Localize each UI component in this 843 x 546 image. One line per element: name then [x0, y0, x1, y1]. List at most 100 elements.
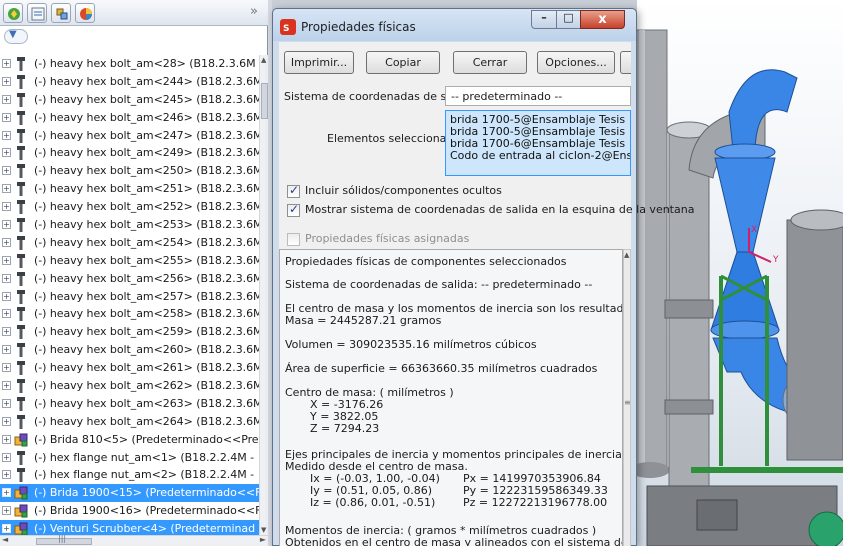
- tree-item-label: (-) hex flange nut_am<2> (B18.2.2.4M -: [34, 468, 255, 482]
- scroll-up-icon[interactable]: ▲: [261, 56, 266, 64]
- expand-toggle-icon[interactable]: +: [2, 130, 11, 140]
- tree-item[interactable]: + (-) heavy hex bolt_am<247> (B18.2.3.6M: [0, 127, 259, 145]
- expand-toggle-icon[interactable]: +: [2, 381, 11, 391]
- scroll-up-icon[interactable]: ▲: [624, 251, 629, 259]
- tree-item[interactable]: + (-) heavy hex bolt_am<245> (B18.2.3.6M: [0, 91, 259, 109]
- tree-item[interactable]: + (-) Venturi Scrubber<4> (Predeterminad: [0, 520, 259, 535]
- results-scrollbar[interactable]: ▲ ≡: [623, 249, 631, 546]
- tree-item[interactable]: + (-) heavy hex bolt_am<28> (B18.2.3.6M -: [0, 55, 259, 73]
- maximize-button[interactable]: □: [556, 10, 581, 29]
- expand-toggle-icon[interactable]: +: [2, 273, 11, 283]
- tree-item[interactable]: + (-) heavy hex bolt_am<250> (B18.2.3.6M: [0, 162, 259, 180]
- options-button[interactable]: Opciones...: [537, 51, 615, 74]
- expand-toggle-icon[interactable]: +: [2, 59, 11, 68]
- tree-vertical-scrollbar[interactable]: ▲ ▼: [259, 55, 268, 535]
- expand-toggle-icon[interactable]: +: [2, 398, 11, 408]
- tree-item[interactable]: + (-) heavy hex bolt_am<254> (B18.2.3.6M: [0, 234, 259, 252]
- tree-item[interactable]: + (-) heavy hex bolt_am<258> (B18.2.3.6M: [0, 305, 259, 323]
- expand-toggle-icon[interactable]: +: [2, 506, 11, 516]
- expand-toggle-icon[interactable]: +: [2, 76, 11, 86]
- tree-item[interactable]: + (-) hex flange nut_am<2> (B18.2.2.4M -: [0, 466, 259, 484]
- expand-toggle-icon[interactable]: +: [2, 237, 11, 247]
- dialog-titlebar[interactable]: S Propiedades físicas – □ x: [273, 9, 636, 41]
- expand-toggle-icon[interactable]: +: [2, 416, 11, 426]
- bolt-icon: [13, 128, 29, 144]
- assembly-model-view: X Y: [637, 29, 843, 546]
- scroll-right-icon[interactable]: ►: [260, 535, 266, 544]
- feature-manager-tab[interactable]: [3, 3, 23, 23]
- expand-toggle-icon[interactable]: +: [2, 488, 11, 498]
- expand-toggle-icon[interactable]: +: [2, 166, 11, 176]
- tree-item[interactable]: + (-) heavy hex bolt_am<261> (B18.2.3.6M: [0, 359, 259, 377]
- tree-item[interactable]: + (-) heavy hex bolt_am<256> (B18.2.3.6M: [0, 270, 259, 288]
- expand-toggle-icon[interactable]: +: [2, 309, 11, 319]
- expand-toggle-icon[interactable]: +: [2, 148, 11, 158]
- expand-toggle-icon[interactable]: +: [2, 327, 11, 337]
- print-button[interactable]: Imprimir...: [284, 51, 354, 74]
- property-manager-icon: [31, 7, 45, 21]
- bolt-icon: [13, 342, 29, 358]
- include-hidden-checkbox[interactable]: [287, 183, 300, 198]
- tree-item[interactable]: + (-) heavy hex bolt_am<253> (B18.2.3.6M: [0, 216, 259, 234]
- expand-toggle-icon[interactable]: +: [2, 345, 11, 355]
- selected-item[interactable]: Codo de entrada al ciclon-2@Ensambla: [450, 149, 630, 162]
- selected-items-list[interactable]: brida 1700-5@Ensamblaje Tesis brida 1700-…: [445, 110, 631, 176]
- tree-item[interactable]: + (-) Brida 810<5> (Predeterminado<<Pre: [0, 431, 259, 449]
- expand-toggle-icon[interactable]: +: [2, 524, 11, 534]
- close-button[interactable]: Cerrar: [453, 51, 527, 74]
- display-manager-tab[interactable]: [75, 3, 95, 23]
- recalculate-button[interactable]: [620, 51, 631, 74]
- tree-item[interactable]: + (-) heavy hex bolt_am<255> (B18.2.3.6M: [0, 252, 259, 270]
- tree-item[interactable]: + (-) hex flange nut_am<1> (B18.2.2.4M -: [0, 449, 259, 467]
- bolt-icon: [13, 145, 29, 161]
- scroll-down-icon[interactable]: ▼: [261, 526, 266, 534]
- tree-item[interactable]: + (-) heavy hex bolt_am<244> (B18.2.3.6M: [0, 73, 259, 91]
- expand-toggle-icon[interactable]: +: [2, 112, 11, 122]
- assembly-icon: [13, 503, 29, 519]
- expand-panel-icon[interactable]: »: [250, 4, 258, 19]
- tree-item[interactable]: + (-) heavy hex bolt_am<252> (B18.2.3.6M: [0, 198, 259, 216]
- show-coords-checkbox[interactable]: [287, 202, 300, 217]
- tree-item[interactable]: + (-) heavy hex bolt_am<246> (B18.2.3.6M: [0, 109, 259, 127]
- configuration-manager-tab[interactable]: [51, 3, 71, 23]
- result-com-z: Z = 7294.23: [310, 422, 380, 435]
- tree-item[interactable]: + (-) heavy hex bolt_am<260> (B18.2.3.6M: [0, 341, 259, 359]
- scroll-left-icon[interactable]: ◄: [2, 535, 8, 544]
- tree-item[interactable]: + (-) Brida 1900<15> (Predeterminado<<F: [0, 484, 259, 503]
- expand-toggle-icon[interactable]: +: [2, 434, 11, 444]
- tree-item[interactable]: + (-) heavy hex bolt_am<259> (B18.2.3.6M: [0, 323, 259, 341]
- tree-horizontal-scrollbar[interactable]: ◄ ||| ►: [0, 534, 268, 546]
- coord-system-select[interactable]: -- predeterminado --: [445, 86, 631, 106]
- tree-item[interactable]: + (-) heavy hex bolt_am<257> (B18.2.3.6M: [0, 288, 259, 306]
- graphics-viewport[interactable]: X Y: [637, 0, 843, 546]
- tree-item[interactable]: + (-) heavy hex bolt_am<249> (B18.2.3.6M: [0, 144, 259, 162]
- expand-toggle-icon[interactable]: +: [2, 255, 11, 265]
- expand-toggle-icon[interactable]: +: [2, 363, 11, 373]
- scroll-thumb[interactable]: [261, 83, 268, 119]
- tree-item-label: (-) Brida 1900<15> (Predeterminado<<F: [34, 486, 259, 500]
- filter-icon[interactable]: ▼: [4, 29, 28, 44]
- minimize-button[interactable]: –: [531, 10, 557, 29]
- bolt-icon: [13, 324, 29, 340]
- expand-toggle-icon[interactable]: +: [2, 291, 11, 301]
- tree-filter[interactable]: ▼: [4, 28, 266, 46]
- expand-toggle-icon[interactable]: +: [2, 452, 11, 462]
- assigned-props-checkbox[interactable]: [287, 233, 300, 246]
- tree-item-label: (-) heavy hex bolt_am<260> (B18.2.3.6M: [34, 343, 259, 357]
- tree-item[interactable]: + (-) heavy hex bolt_am<262> (B18.2.3.6M: [0, 377, 259, 395]
- expand-toggle-icon[interactable]: +: [2, 184, 11, 194]
- tree-item[interactable]: + (-) Brida 1900<16> (Predeterminado<<F: [0, 502, 259, 520]
- tree-item-label: (-) heavy hex bolt_am<247> (B18.2.3.6M: [34, 128, 259, 142]
- tree-item-label: (-) heavy hex bolt_am<28> (B18.2.3.6M -: [34, 57, 259, 70]
- copy-button[interactable]: Copiar: [366, 51, 440, 74]
- tree-item[interactable]: + (-) heavy hex bolt_am<251> (B18.2.3.6M: [0, 180, 259, 198]
- close-window-button[interactable]: x: [580, 10, 625, 29]
- expand-toggle-icon[interactable]: +: [2, 220, 11, 230]
- expand-toggle-icon[interactable]: +: [2, 470, 11, 480]
- expand-toggle-icon[interactable]: +: [2, 202, 11, 212]
- expand-toggle-icon[interactable]: +: [2, 94, 11, 104]
- results-textbox[interactable]: Propiedades físicas de componentes selec…: [279, 249, 623, 546]
- property-manager-tab[interactable]: [27, 3, 47, 23]
- tree-item[interactable]: + (-) heavy hex bolt_am<264> (B18.2.3.6M: [0, 413, 259, 431]
- tree-item[interactable]: + (-) heavy hex bolt_am<263> (B18.2.3.6M: [0, 395, 259, 413]
